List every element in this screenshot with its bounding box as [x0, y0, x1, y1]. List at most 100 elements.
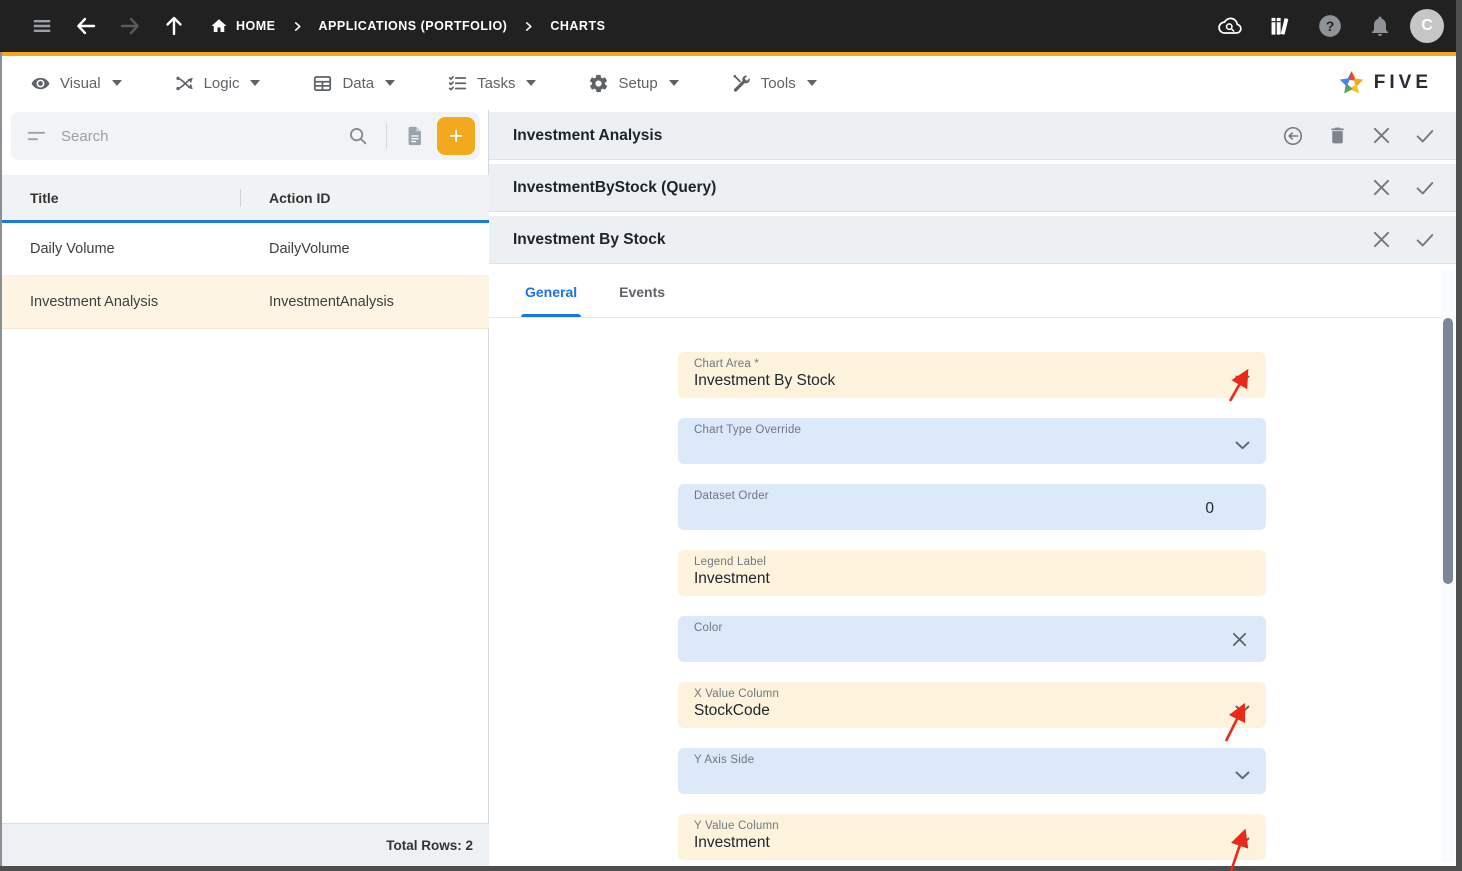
dropdown-caret-icon — [669, 80, 679, 86]
dataset-title: Investment By Stock — [513, 231, 665, 249]
top-bar-left: HOME APPLICATIONS (PORTFOLIO) CHARTS — [22, 6, 605, 46]
field-dataset-order[interactable]: Dataset Order 0 — [678, 484, 1266, 530]
search-input[interactable] — [61, 128, 340, 145]
table-row-investment-analysis[interactable]: Investment Analysis InvestmentAnalysis — [2, 276, 489, 329]
chevron-down-icon[interactable] — [1235, 371, 1250, 389]
search-bar: + — [11, 112, 480, 160]
field-label: Y Value Column — [694, 820, 1250, 832]
menu-tasks[interactable]: Tasks — [447, 73, 536, 94]
field-y-value-column[interactable]: Y Value Column Investment — [678, 814, 1266, 860]
field-chart-type-override[interactable]: Chart Type Override — [678, 418, 1266, 464]
dropdown-caret-icon — [807, 80, 817, 86]
tab-general-label: General — [525, 284, 577, 300]
record-header: Investment Analysis — [489, 112, 1456, 160]
save-check-icon[interactable] — [1408, 223, 1442, 257]
filter-icon — [27, 127, 47, 145]
hamburger-menu-icon[interactable] — [22, 6, 62, 46]
tab-events-label: Events — [619, 284, 665, 300]
close-icon[interactable] — [1364, 171, 1398, 205]
total-rows-label: Total Rows: 2 — [386, 838, 473, 853]
menu-logic[interactable]: Logic — [174, 73, 261, 94]
field-label: Color — [694, 622, 1250, 634]
table-footer: Total Rows: 2 — [2, 823, 489, 866]
chevron-right-icon — [523, 21, 534, 32]
home-icon — [210, 17, 228, 35]
top-bar-right: ? C — [1210, 6, 1444, 46]
field-legend-label[interactable]: Legend Label Investment — [678, 550, 1266, 596]
notifications-bell-icon[interactable] — [1360, 6, 1400, 46]
field-label: Chart Area * — [694, 358, 1250, 370]
user-avatar[interactable]: C — [1410, 9, 1444, 43]
toolbar-divider — [386, 123, 387, 149]
field-value: Investment — [694, 834, 1250, 852]
field-chart-area[interactable]: Chart Area * Investment By Stock — [678, 352, 1266, 398]
breadcrumb: HOME APPLICATIONS (PORTFOLIO) CHARTS — [210, 17, 605, 35]
breadcrumb-charts-label: CHARTS — [550, 19, 605, 33]
menu-visual[interactable]: Visual — [30, 73, 122, 94]
document-icon[interactable] — [397, 118, 433, 154]
scrollbar-thumb[interactable] — [1443, 318, 1453, 584]
save-check-icon[interactable] — [1408, 119, 1442, 153]
dropdown-caret-icon — [112, 80, 122, 86]
menu-setup[interactable]: Setup — [588, 73, 678, 94]
breadcrumb-charts[interactable]: CHARTS — [550, 19, 605, 33]
dataset-header-actions — [1364, 223, 1442, 257]
dropdown-caret-icon — [385, 80, 395, 86]
close-icon[interactable] — [1364, 119, 1398, 153]
menu-data[interactable]: Data — [312, 73, 395, 94]
menu-visual-label: Visual — [60, 75, 101, 92]
field-value: StockCode — [694, 702, 1250, 720]
field-value: Investment By Stock — [694, 372, 1250, 390]
records-table: Title Action ID Daily Volume DailyVolume… — [2, 175, 489, 329]
gear-icon — [588, 73, 609, 94]
table-grid-icon — [312, 73, 333, 94]
cell-title: Daily Volume — [2, 241, 241, 257]
form-scroll-area: Chart Area * Investment By Stock Chart T… — [489, 318, 1456, 866]
field-x-value-column[interactable]: X Value Column StockCode — [678, 682, 1266, 728]
breadcrumb-home-label: HOME — [236, 19, 276, 33]
cell-action-id: DailyVolume — [241, 241, 350, 257]
cloud-search-icon[interactable] — [1210, 6, 1250, 46]
back-arrow-icon[interactable] — [66, 6, 106, 46]
chevron-down-icon[interactable] — [1235, 833, 1250, 851]
window-border-right — [1456, 0, 1462, 871]
tools-icon — [731, 73, 752, 94]
close-icon[interactable] — [1364, 223, 1398, 257]
dropdown-caret-icon — [250, 80, 260, 86]
up-arrow-icon[interactable] — [154, 6, 194, 46]
library-books-icon[interactable] — [1260, 6, 1300, 46]
table-header: Title Action ID — [2, 175, 489, 223]
field-color[interactable]: Color — [678, 616, 1266, 662]
chevron-down-icon[interactable] — [1235, 767, 1250, 785]
window-border-left — [0, 52, 2, 871]
menu-bar: Visual Logic Data — [2, 56, 1456, 110]
query-header: InvestmentByStock (Query) — [489, 164, 1456, 212]
save-check-icon[interactable] — [1408, 171, 1442, 205]
chevron-down-icon[interactable] — [1235, 437, 1250, 455]
column-header-title[interactable]: Title — [2, 190, 240, 206]
field-label: X Value Column — [694, 688, 1250, 700]
field-label: Chart Type Override — [694, 424, 1250, 436]
form-fields: Chart Area * Investment By Stock Chart T… — [678, 352, 1266, 866]
tab-events[interactable]: Events — [615, 267, 669, 317]
chevron-down-icon[interactable] — [1235, 701, 1250, 719]
five-brand-logo: FIVE — [1338, 70, 1432, 97]
add-record-button[interactable]: + — [437, 117, 475, 155]
field-y-axis-side[interactable]: Y Axis Side — [678, 748, 1266, 794]
table-row-daily-volume[interactable]: Daily Volume DailyVolume — [2, 223, 489, 276]
forward-arrow-icon[interactable] — [110, 6, 150, 46]
breadcrumb-applications[interactable]: APPLICATIONS (PORTFOLIO) — [319, 19, 508, 33]
help-icon[interactable]: ? — [1310, 6, 1350, 46]
app-window: HOME APPLICATIONS (PORTFOLIO) CHARTS — [0, 0, 1462, 871]
column-header-action-id[interactable]: Action ID — [241, 190, 330, 206]
field-value: 0 — [1205, 500, 1214, 518]
tab-general[interactable]: General — [521, 267, 581, 317]
menu-logic-label: Logic — [204, 75, 240, 92]
detail-panel: Investment Analysis — [489, 110, 1456, 866]
clear-icon[interactable] — [1231, 631, 1248, 653]
revert-icon[interactable] — [1276, 119, 1310, 153]
delete-icon[interactable] — [1320, 119, 1354, 153]
menu-tools[interactable]: Tools — [731, 73, 817, 94]
search-icon[interactable] — [340, 118, 376, 154]
breadcrumb-home[interactable]: HOME — [210, 17, 276, 35]
